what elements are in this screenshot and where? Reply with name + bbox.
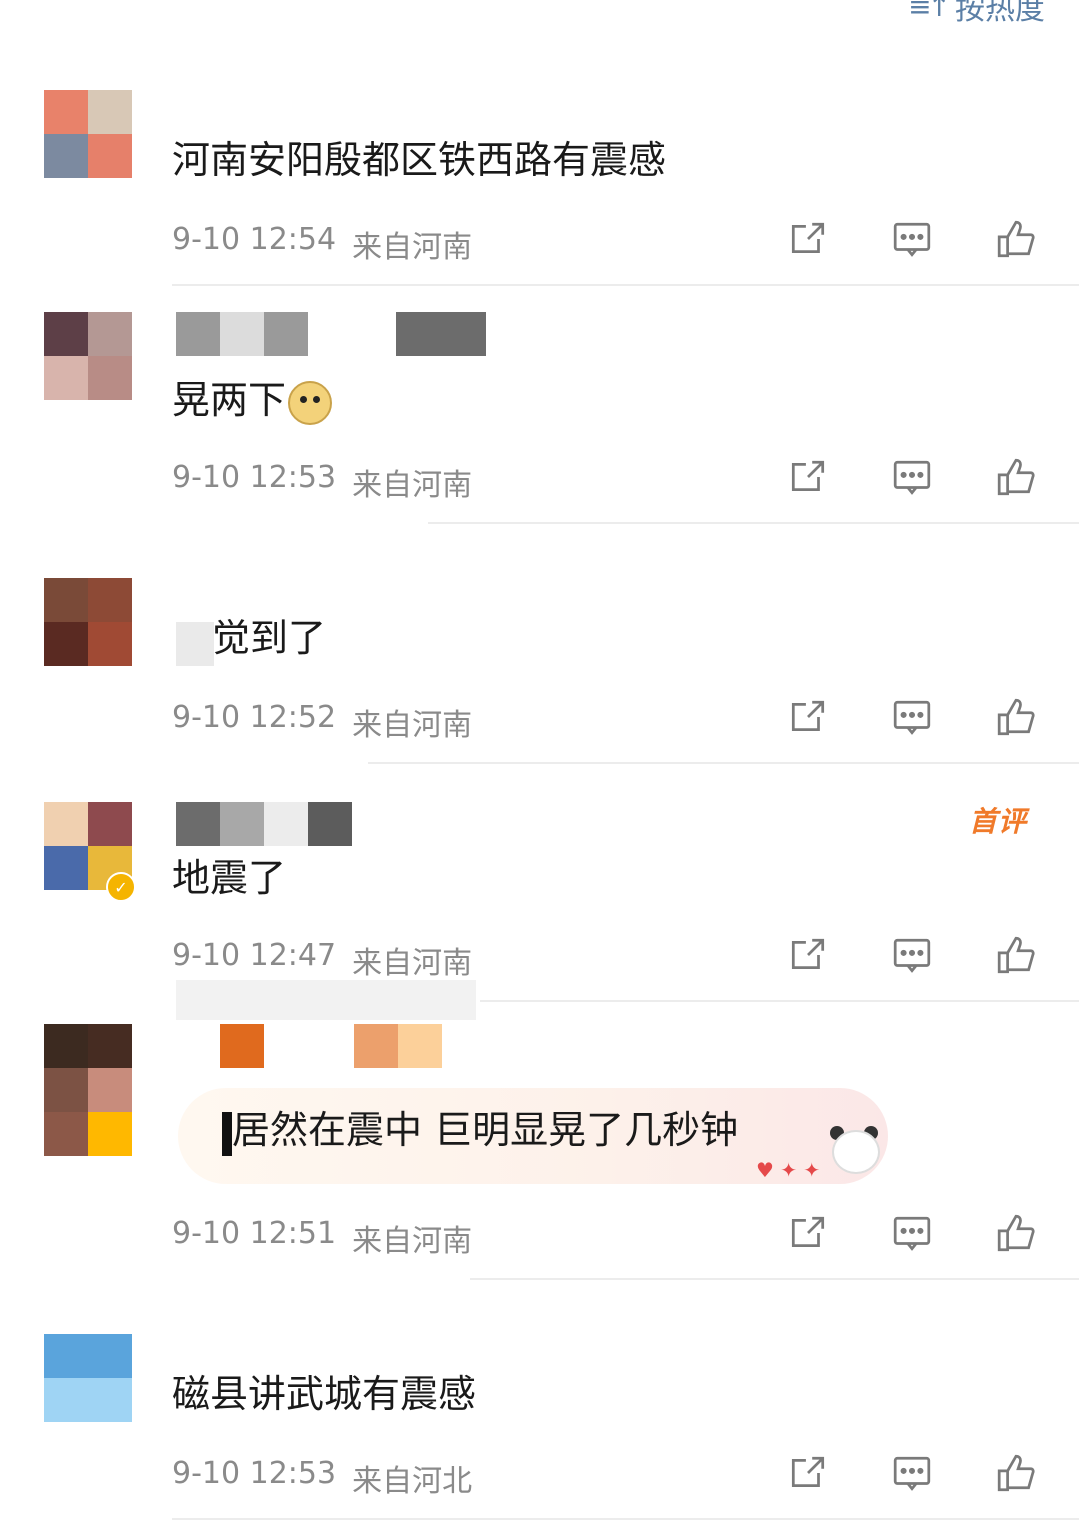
- comment-icon: [893, 460, 931, 495]
- share-button[interactable]: [785, 932, 831, 978]
- first-comment-badge: 首评: [968, 805, 1027, 838]
- comment-button[interactable]: [889, 216, 935, 262]
- like-icon: [997, 1214, 1035, 1252]
- divider: [172, 1518, 1079, 1520]
- divider: [470, 1278, 1079, 1280]
- like-button[interactable]: [993, 216, 1039, 262]
- share-button[interactable]: [785, 216, 831, 262]
- text-redacted: [222, 1112, 232, 1156]
- like-icon: [997, 458, 1035, 496]
- comment-text: 地震了: [172, 856, 287, 900]
- like-icon: [997, 698, 1035, 736]
- comment-meta: 9-10 12:54 来自河南: [172, 222, 472, 266]
- comment-button[interactable]: [889, 694, 935, 740]
- comment-location: 来自河南: [352, 468, 473, 503]
- comment-button[interactable]: [889, 932, 935, 978]
- comment-text: 居然在震中 巨明显晃了几秒钟: [232, 1108, 739, 1152]
- share-button[interactable]: [785, 1210, 831, 1256]
- comment-button[interactable]: [889, 1210, 935, 1256]
- share-icon: [791, 700, 825, 731]
- sort-icon: ≡↑: [908, 0, 951, 23]
- divider: [368, 762, 1079, 764]
- comment-meta: 9-10 12:53 来自河南: [172, 460, 472, 504]
- divider: [172, 284, 1079, 286]
- comment-actions: [785, 454, 1039, 500]
- username-redacted: [220, 1024, 442, 1068]
- comment-date: 9-10 12:53: [172, 460, 337, 495]
- comment-location: 来自河南: [352, 1224, 473, 1259]
- comment-actions: [785, 1210, 1039, 1256]
- comment-actions: [785, 1450, 1039, 1496]
- avatar[interactable]: [44, 578, 132, 666]
- comment-location: 来自河南: [352, 708, 473, 743]
- comment-date: 9-10 12:54: [172, 222, 337, 257]
- comment-icon: [893, 938, 931, 973]
- like-button[interactable]: [993, 1210, 1039, 1256]
- avatar[interactable]: [44, 1024, 132, 1156]
- comment-icon: [893, 1456, 931, 1491]
- share-icon: [791, 1456, 825, 1487]
- share-button[interactable]: [785, 694, 831, 740]
- avatar[interactable]: [44, 90, 132, 178]
- comment-meta: 9-10 12:47 来自河南: [172, 938, 472, 982]
- comment-button[interactable]: [889, 454, 935, 500]
- comment-meta: 9-10 12:53 来自河北: [172, 1456, 472, 1500]
- comment-date: 9-10 12:52: [172, 700, 337, 735]
- comment-location: 来自河南: [352, 946, 473, 981]
- username-redacted: [176, 312, 486, 356]
- comment-actions: [785, 216, 1039, 262]
- comment-location: 来自河南: [352, 230, 473, 265]
- sort-toggle[interactable]: ≡↑ 按热度: [908, 0, 1045, 27]
- like-button[interactable]: [993, 694, 1039, 740]
- comment-text-value: 晃两下: [172, 378, 287, 422]
- verified-badge-icon: ✓: [106, 872, 136, 902]
- comment-text: 磁县讲武城有震感: [172, 1372, 477, 1416]
- comment-date: 9-10 12:53: [172, 1456, 337, 1491]
- panda-sticker-icon: ♥ ✦ ✦: [756, 1126, 886, 1182]
- username-redacted: [176, 802, 352, 846]
- like-button[interactable]: [993, 454, 1039, 500]
- comment-date: 9-10 12:51: [172, 1216, 337, 1251]
- comment-date: 9-10 12:47: [172, 938, 337, 973]
- share-button[interactable]: [785, 1450, 831, 1496]
- comment-meta: 9-10 12:51 来自河南: [172, 1216, 472, 1260]
- comment-text: 晃两下: [172, 376, 333, 425]
- like-button[interactable]: [993, 932, 1039, 978]
- dog-emoji-icon: [288, 380, 333, 425]
- comment-location: 来自河北: [352, 1464, 473, 1499]
- like-icon: [997, 1454, 1035, 1492]
- comment-icon: [893, 700, 931, 735]
- comment-button[interactable]: [889, 1450, 935, 1496]
- like-button[interactable]: [993, 1450, 1039, 1496]
- share-icon: [791, 222, 825, 253]
- comment-meta: 9-10 12:52 来自河南: [172, 700, 472, 744]
- text-redacted: [176, 622, 214, 666]
- comment-actions: [785, 932, 1039, 978]
- overlay-redacted: [176, 980, 476, 1020]
- share-icon: [791, 460, 825, 491]
- avatar[interactable]: [44, 312, 132, 400]
- comment-icon: [893, 222, 931, 257]
- comment-icon: [893, 1216, 931, 1251]
- comment-actions: [785, 694, 1039, 740]
- comment-text: 河南安阳殷都区铁西路有震感: [172, 138, 667, 182]
- avatar[interactable]: [44, 1334, 132, 1422]
- like-icon: [997, 220, 1035, 258]
- like-icon: [997, 936, 1035, 974]
- share-icon: [791, 1216, 825, 1247]
- share-icon: [791, 938, 825, 969]
- sort-label: 按热度: [955, 0, 1045, 27]
- divider: [480, 1000, 1079, 1002]
- divider: [428, 522, 1079, 524]
- share-button[interactable]: [785, 454, 831, 500]
- comment-text: 觉到了: [212, 616, 327, 660]
